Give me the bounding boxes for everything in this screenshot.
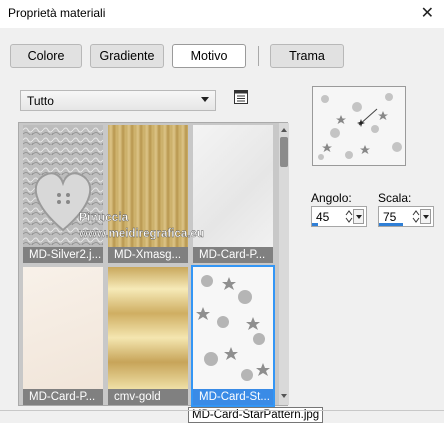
svg-text:www.meidiregrafica.eu: www.meidiregrafica.eu [78,228,204,240]
scale-spinner[interactable]: 75 [378,206,434,227]
angle-spinner[interactable]: 45 [311,206,367,227]
footer-divider [0,410,444,411]
angle-label: Angolo: [311,191,352,205]
window-title: Proprietà materiali [8,6,106,20]
gallery-item[interactable]: MD-Card-P... [23,267,103,405]
thumbnail-cream-paper [23,267,103,389]
gallery-scrollbar[interactable] [279,123,289,405]
gallery-item-caption: MD-Silver2.j... [23,247,103,263]
angle-value: 45 [316,210,330,224]
pattern-gallery: MD-Silver2.j... MD-Xmasg... MD-Card-P...… [18,122,289,407]
gallery-item-selected[interactable]: MD-Card-St... [191,265,275,407]
chevron-down-icon [201,97,209,102]
angle-level-bar [312,223,319,226]
pattern-preview[interactable] [312,86,406,166]
thumbnail-star-pattern [193,267,273,389]
tab-colore[interactable]: Colore [10,44,82,68]
scroll-up-icon[interactable] [279,125,289,135]
tab-separator [258,46,259,66]
watermark-logo: Pinuccia www.meidiregrafica.eu [78,210,204,240]
tab-motivo[interactable]: Motivo [172,44,246,68]
scale-level-bar [379,223,404,226]
gallery-item-caption: MD-Xmasg... [108,247,188,263]
thumbnail-gold-gradient [108,267,188,389]
scroll-down-icon[interactable] [279,391,289,401]
gallery-item[interactable]: cmv-gold [108,267,188,405]
scale-value: 75 [383,210,397,224]
scale-label: Scala: [378,191,412,205]
list-view-icon[interactable] [233,89,249,105]
gallery-item-caption: MD-Card-P... [23,389,103,405]
svg-text:Pinuccia: Pinuccia [79,210,129,224]
category-select-value: Tutto [27,94,54,108]
scroll-thumb[interactable] [280,137,288,167]
gallery-item-caption: cmv-gold [108,389,188,405]
tab-gradiente[interactable]: Gradiente [90,44,164,68]
gallery-item-caption: MD-Card-St... [193,389,273,405]
close-icon[interactable]: ✕ [421,3,434,23]
gallery-item-caption: MD-Card-P... [193,247,273,263]
category-select[interactable]: Tutto [20,90,216,111]
title-bar: Proprietà materiali ✕ [0,0,444,28]
angle-dropdown-icon[interactable] [353,209,364,224]
scale-dropdown-icon[interactable] [420,209,431,224]
tab-trama[interactable]: Trama [270,44,344,68]
